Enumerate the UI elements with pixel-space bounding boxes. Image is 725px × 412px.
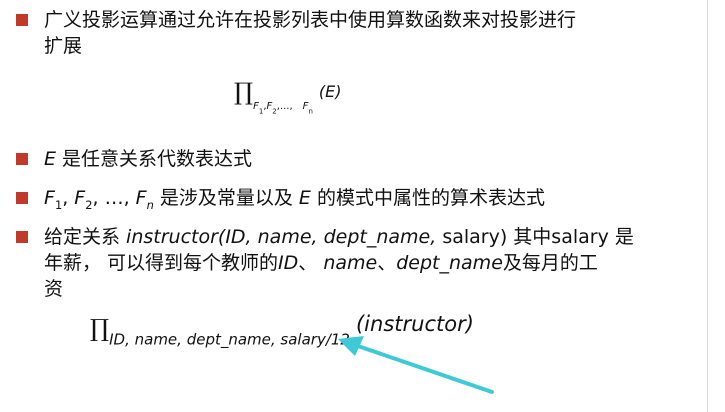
annotation-arrow-icon (338, 336, 494, 394)
